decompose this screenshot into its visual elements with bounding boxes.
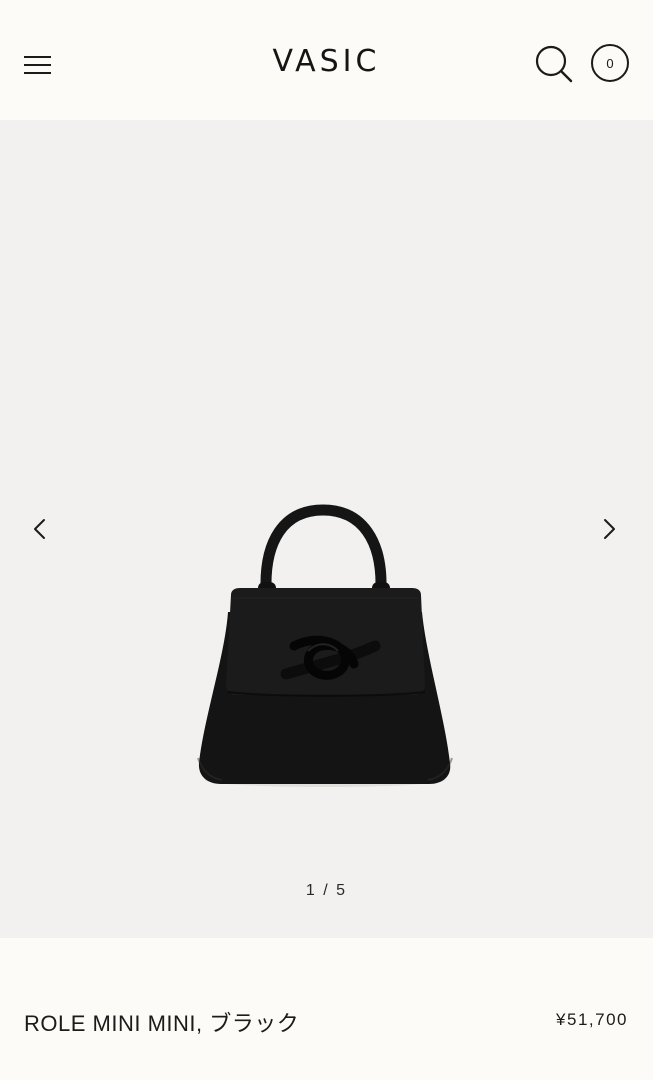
search-button[interactable] [533,43,575,85]
cart-button[interactable]: 0 [591,44,629,82]
menu-line [24,72,51,74]
product-info: ROLE MINI MINI, ブラック ¥51,700 [0,938,653,1080]
product-image[interactable] [190,500,460,792]
product-price: ¥51,700 [556,1010,628,1029]
black-handbag-image [197,504,453,787]
gallery-counter: 1 / 5 [305,882,348,899]
next-image-button[interactable] [593,513,625,545]
previous-image-button[interactable] [24,513,56,545]
cart-count: 0 [606,56,614,71]
product-gallery: 1 / 5 [0,120,653,938]
menu-button[interactable] [22,50,54,80]
site-header: VASIC 0 [0,0,653,120]
menu-line [24,56,51,58]
chevron-right-icon [604,519,615,539]
product-name: ROLE MINI MINI, ブラック [24,1011,300,1036]
menu-line [24,64,51,66]
chevron-left-icon [34,519,45,539]
search-icon [535,45,573,83]
